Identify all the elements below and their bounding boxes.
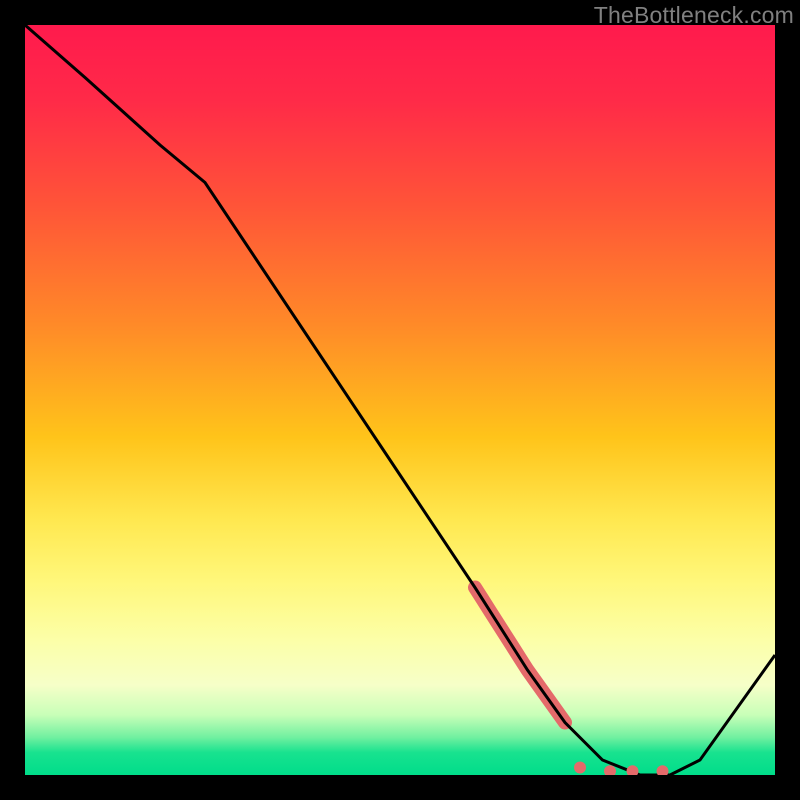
highlight-dot [574,762,586,774]
highlight-dot [627,765,639,775]
highlight-dot [604,765,616,775]
watermark-text: TheBottleneck.com [594,2,794,29]
plot-frame [25,25,775,775]
bottleneck-curve [25,25,775,775]
highlight-dot [657,765,669,775]
curve-layer [25,25,775,775]
chart-container: TheBottleneck.com [0,0,800,800]
plot-area [25,25,775,775]
